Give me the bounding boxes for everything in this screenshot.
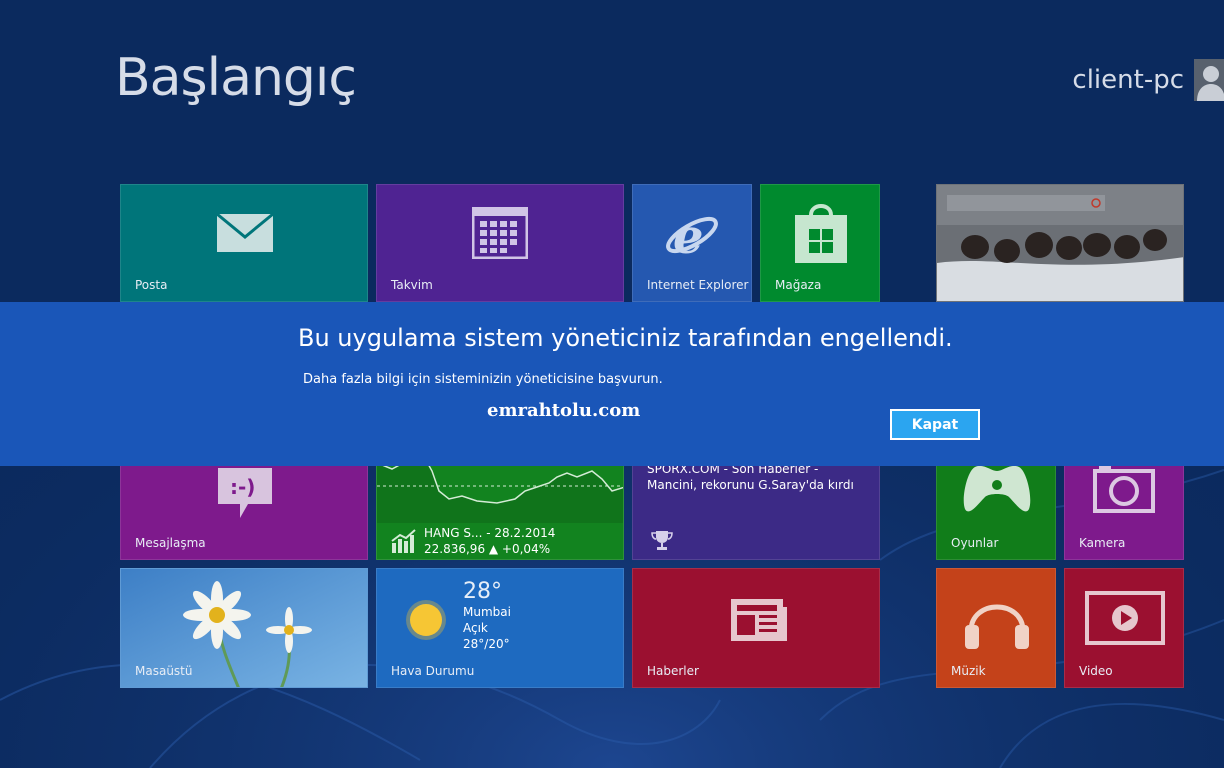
mail-icon [216, 213, 274, 252]
finance-index: HANG S... - 28.2.2014 [424, 526, 556, 540]
dialog-title: Bu uygulama sistem yöneticiniz tarafında… [298, 324, 953, 352]
tile-store[interactable]: Mağaza [760, 184, 880, 302]
tile-photo-bing[interactable] [936, 184, 1184, 302]
tile-news[interactable]: Haberler [632, 568, 880, 688]
newspaper-icon [731, 599, 787, 641]
avatar[interactable] [1194, 59, 1224, 101]
tile-label: Hava Durumu [391, 664, 475, 678]
page-title: Başlangıç [115, 48, 357, 108]
tile-label: Mağaza [775, 278, 822, 292]
weather-condition: Açık [463, 621, 488, 635]
internet-explorer-icon: e [666, 209, 718, 263]
finance-text: HANG S... - 28.2.2014 22.836,96 ▲ +0,04% [424, 525, 555, 557]
tile-label: Kamera [1079, 536, 1126, 550]
dialog-message: Daha fazla bilgi için sisteminizin yönet… [303, 372, 663, 387]
finance-value: 22.836,96 ▲ +0,04% [424, 542, 551, 556]
tile-label: Takvim [391, 278, 433, 292]
tile-calendar[interactable]: Takvim [376, 184, 624, 302]
tile-weather[interactable]: 28° Mumbai Açık 28°/20° Hava Durumu [376, 568, 624, 688]
svg-text::-): :-) [230, 475, 255, 499]
chat-bubble-icon: :-) [218, 468, 272, 518]
blocked-app-dialog: Bu uygulama sistem yöneticiniz tarafında… [0, 302, 1224, 466]
tile-label: Haberler [647, 664, 699, 678]
weather-info: 28° Mumbai Açık 28°/20° [463, 579, 511, 652]
weather-city: Mumbai [463, 605, 511, 619]
wildlife-photo [937, 185, 1183, 301]
user-name: client-pc [1072, 65, 1184, 95]
video-play-icon [1085, 591, 1165, 645]
game-controller-icon [963, 465, 1031, 512]
watermark-text: emrahtolu.com [487, 400, 641, 421]
finance-chart-icon [391, 529, 416, 553]
tile-label: Posta [135, 278, 168, 292]
tile-label: Oyunlar [951, 536, 999, 550]
svg-text:e: e [673, 209, 704, 263]
trophy-icon [651, 531, 673, 550]
close-button[interactable]: Kapat [890, 409, 980, 440]
store-bag-icon [795, 204, 847, 263]
tile-label: Internet Explorer [647, 278, 749, 292]
tile-label: Mesajlaşma [135, 536, 206, 550]
user-icon [1197, 66, 1224, 101]
tile-music[interactable]: Müzik [936, 568, 1056, 688]
calendar-icon [472, 207, 528, 259]
tile-label: Video [1079, 664, 1113, 678]
camera-icon [1093, 465, 1155, 513]
weather-temp: 28° [463, 579, 502, 604]
tile-label: Masaüstü [135, 664, 193, 678]
tile-internet-explorer[interactable]: e Internet Explorer [632, 184, 752, 302]
tile-mail[interactable]: Posta [120, 184, 368, 302]
tile-desktop[interactable]: Masaüstü [120, 568, 368, 688]
sun-icon [406, 600, 446, 640]
tile-label: Müzik [951, 664, 986, 678]
tile-video[interactable]: Video [1064, 568, 1184, 688]
weather-range: 28°/20° [463, 637, 510, 651]
user-account[interactable]: client-pc [1072, 58, 1224, 102]
headphones-icon [965, 604, 1029, 649]
